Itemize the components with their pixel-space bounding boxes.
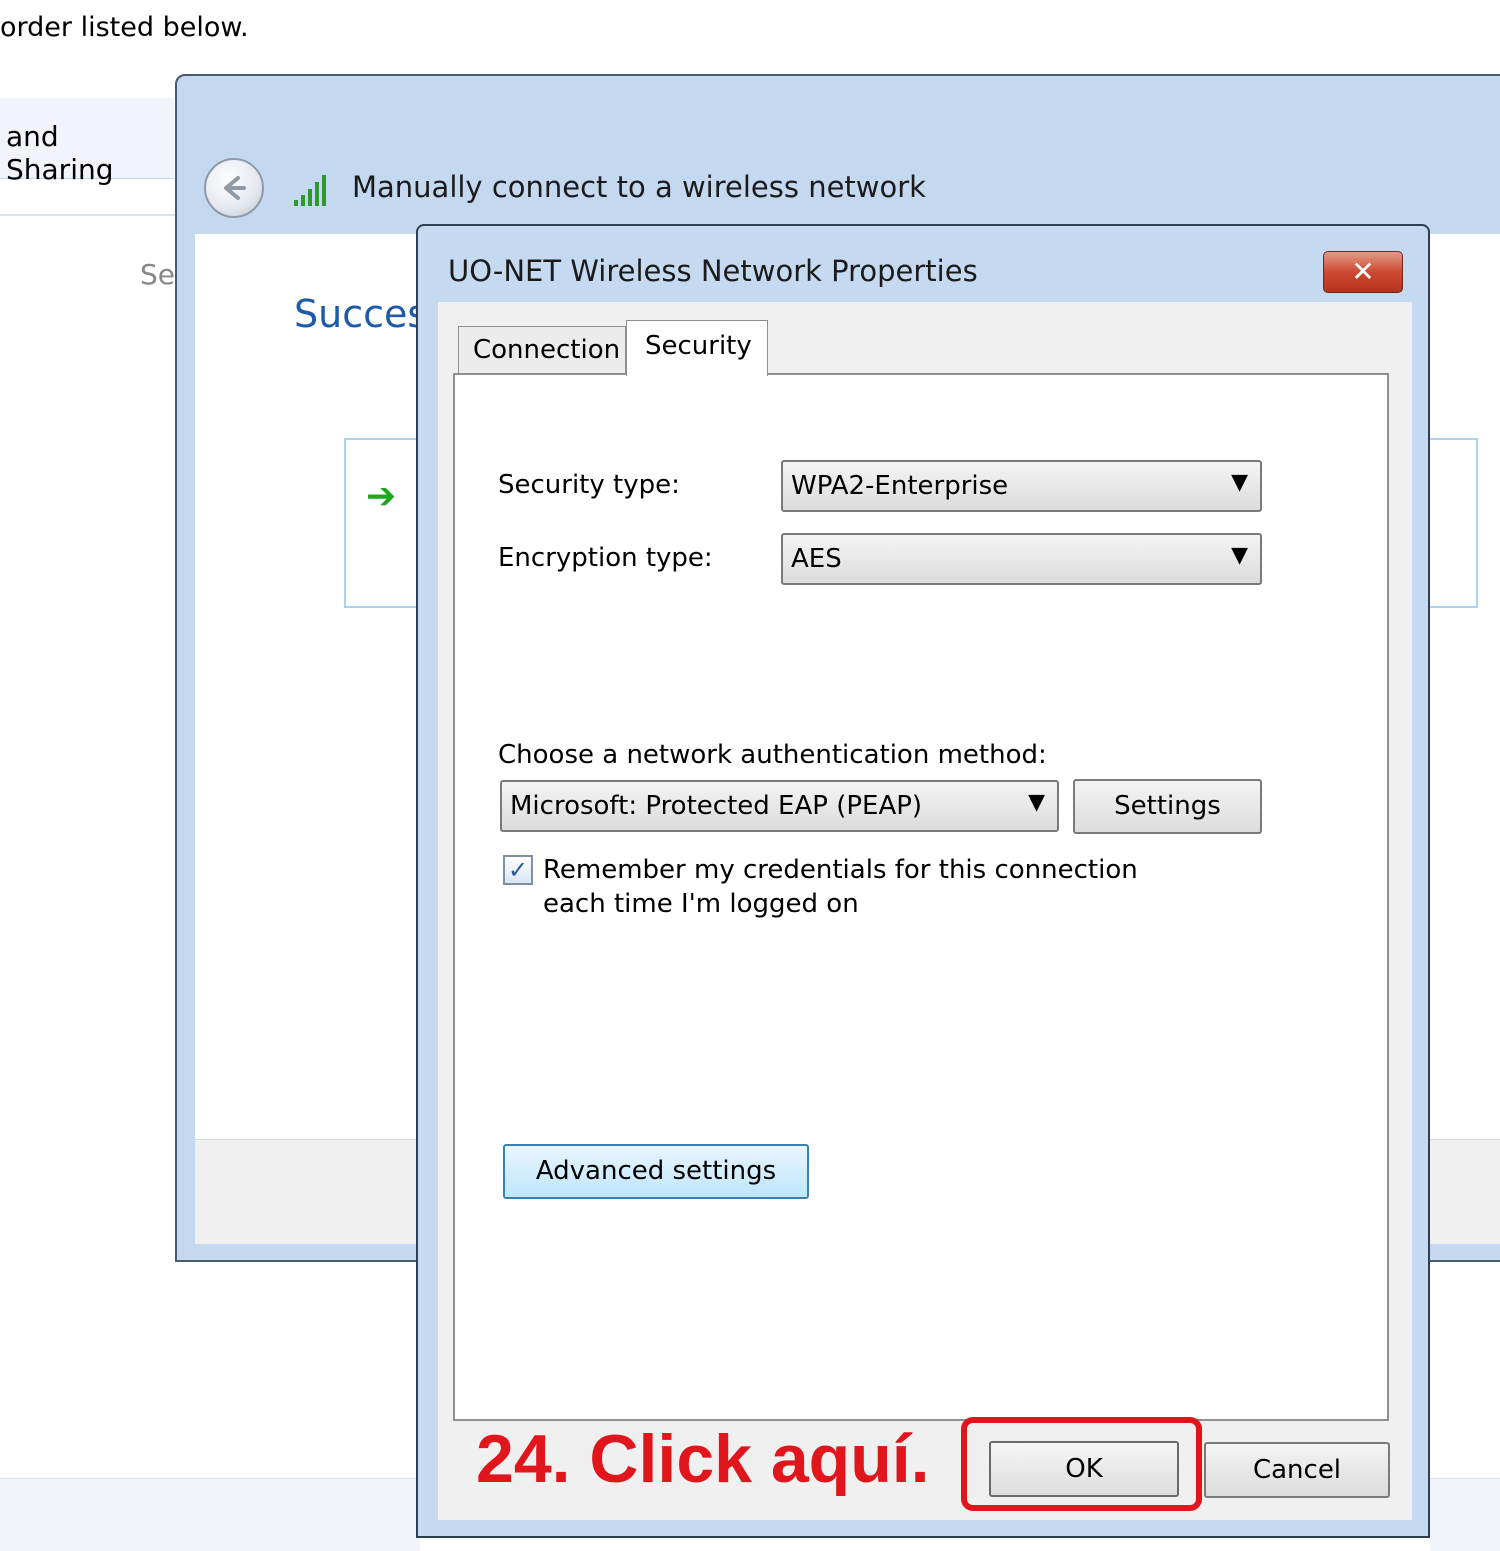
checkmark-icon: ✓ <box>507 856 529 884</box>
instruction-text: order listed below. <box>0 12 249 43</box>
wizard-heading: Succes <box>294 292 428 336</box>
close-button[interactable]: ✕ <box>1323 251 1403 293</box>
background-footer <box>0 1478 420 1551</box>
encryption-type-value: AES <box>791 544 842 574</box>
chevron-down-icon: ▼ <box>1028 790 1045 815</box>
background-window <box>0 98 176 1550</box>
background-window-title-bar: and Sharing <box>0 98 174 186</box>
chevron-down-icon: ▼ <box>1231 470 1248 495</box>
security-type-label: Security type: <box>498 470 680 500</box>
cancel-button[interactable]: Cancel <box>1204 1442 1390 1498</box>
auth-method-select[interactable]: Microsoft: Protected EAP (PEAP) ▼ <box>500 780 1059 832</box>
background-divider <box>0 214 176 216</box>
wireless-signal-icon <box>294 175 326 206</box>
ok-highlight-box <box>961 1417 1202 1511</box>
auth-method-value: Microsoft: Protected EAP (PEAP) <box>510 791 923 821</box>
encryption-type-label: Encryption type: <box>498 543 713 573</box>
security-type-value: WPA2-Enterprise <box>791 471 1009 501</box>
advanced-settings-button[interactable]: Advanced settings <box>503 1144 809 1199</box>
back-button[interactable] <box>204 158 264 218</box>
tutorial-annotation: 24. Click aquí. <box>476 1421 930 1497</box>
remember-credentials-checkbox[interactable]: ✓ <box>503 855 533 885</box>
back-arrow-icon <box>224 176 246 200</box>
tab-security-label: Security <box>645 331 752 361</box>
background-window-title: and Sharing <box>6 120 114 186</box>
auth-method-label: Choose a network authentication method: <box>498 740 1047 770</box>
green-arrow-icon: ➔ <box>366 476 397 517</box>
background-footer-right <box>1430 1478 1500 1551</box>
chevron-down-icon: ▼ <box>1231 543 1248 568</box>
remember-credentials-label[interactable]: Remember my credentials for this connect… <box>543 853 1203 921</box>
tab-connection[interactable]: Connection <box>458 326 626 374</box>
close-icon: ✕ <box>1351 255 1375 288</box>
wizard-title: Manually connect to a wireless network <box>352 170 926 204</box>
settings-button[interactable]: Settings <box>1073 779 1262 834</box>
tab-connection-label: Connection <box>473 335 621 365</box>
background-partial-text: Se <box>140 258 175 291</box>
tab-security[interactable]: Security <box>626 320 768 376</box>
security-type-select[interactable]: WPA2-Enterprise ▼ <box>781 460 1262 512</box>
dialog-title: UO-NET Wireless Network Properties <box>448 254 978 288</box>
encryption-type-select[interactable]: AES ▼ <box>781 533 1262 585</box>
